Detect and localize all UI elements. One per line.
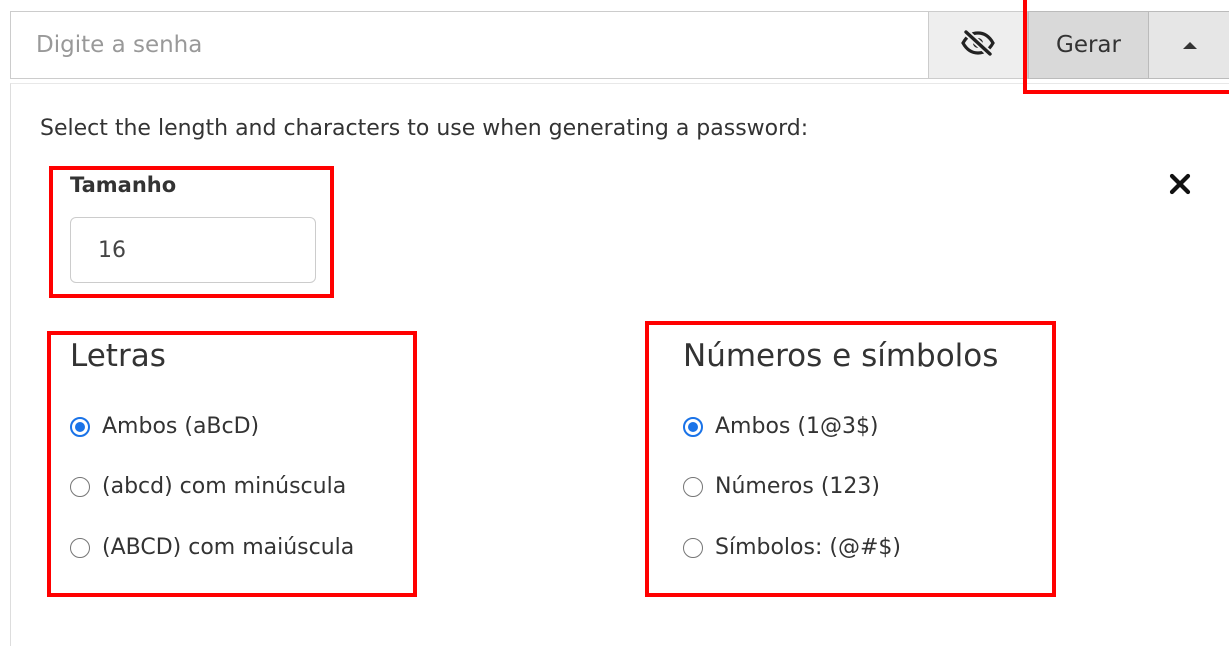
option-label: Números (123)	[715, 474, 880, 499]
eye-slash-icon	[961, 29, 995, 60]
close-icon	[1168, 172, 1192, 200]
radio-button[interactable]	[683, 416, 703, 437]
size-input[interactable]	[70, 217, 316, 283]
numsym-option-both[interactable]: Ambos (1@3$)	[683, 414, 879, 439]
numsym-option-numbers[interactable]: Números (123)	[683, 474, 880, 499]
letters-title: Letras	[70, 338, 166, 374]
option-label: (ABCD) com maiúscula	[102, 535, 355, 560]
letters-option-uppercase[interactable]: (ABCD) com maiúscula	[70, 535, 354, 560]
radio-button[interactable]	[70, 476, 90, 497]
generate-button[interactable]: Gerar	[1028, 11, 1149, 79]
option-label: (abcd) com minúscula	[102, 474, 347, 499]
caret-up-icon	[1182, 41, 1197, 49]
radio-button[interactable]	[70, 416, 90, 437]
option-label: Ambos (1@3$)	[715, 414, 879, 439]
generator-toggle-button[interactable]	[1149, 11, 1229, 79]
password-field-page: Gerar Select the length and characters t…	[0, 0, 1229, 646]
toggle-visibility-button[interactable]	[928, 11, 1028, 79]
numsym-option-symbols[interactable]: Símbolos: (@#$)	[683, 535, 901, 560]
option-label: Símbolos: (@#$)	[715, 535, 901, 560]
size-label: Tamanho	[70, 173, 177, 197]
generator-instruction: Select the length and characters to use …	[40, 116, 809, 141]
letters-option-both[interactable]: Ambos (aBcD)	[70, 414, 259, 439]
radio-button[interactable]	[683, 476, 703, 497]
radio-button[interactable]	[70, 537, 90, 558]
numbers-symbols-title: Números e símbolos	[683, 338, 999, 374]
password-input[interactable]	[10, 11, 928, 79]
password-generator-panel	[10, 83, 1229, 646]
option-label: Ambos (aBcD)	[102, 414, 260, 439]
radio-button[interactable]	[683, 537, 703, 558]
close-generator-button[interactable]	[1162, 168, 1198, 204]
letters-option-lowercase[interactable]: (abcd) com minúscula	[70, 474, 346, 499]
